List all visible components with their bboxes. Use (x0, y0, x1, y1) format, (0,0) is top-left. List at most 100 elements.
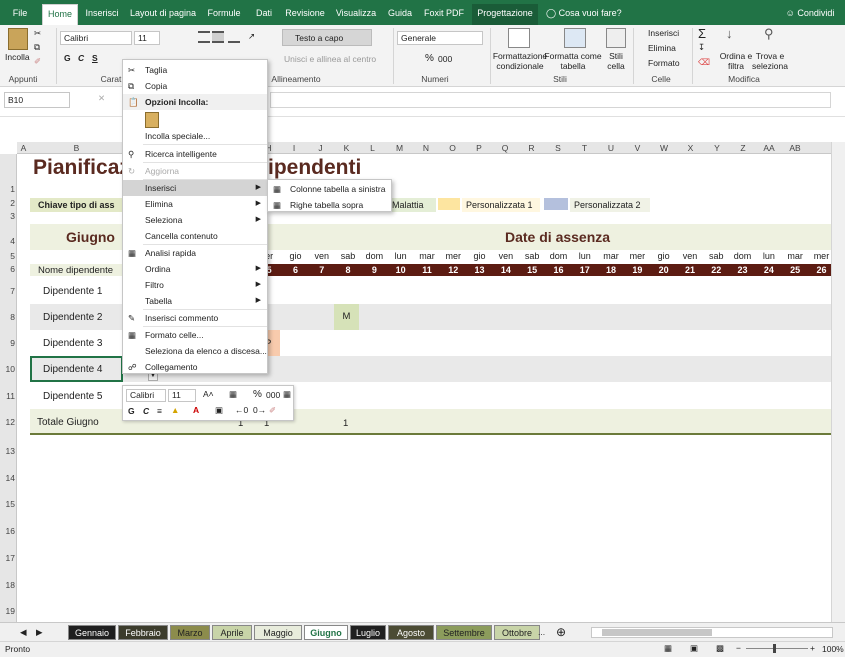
sheet-tab-maggio[interactable]: Maggio (254, 625, 302, 640)
row-header-1[interactable]: 1 (0, 184, 17, 194)
mini-number-format-icon[interactable]: ▦ (229, 389, 237, 400)
column-header-N[interactable]: N (413, 142, 439, 154)
mini-italic-button[interactable]: C (143, 406, 149, 416)
share-button[interactable]: ☺ Condividi (780, 4, 840, 25)
column-header-T[interactable]: T (571, 142, 598, 154)
row-header-7[interactable]: 7 (0, 286, 17, 296)
menu-paste-special[interactable]: Incolla speciale... (123, 128, 267, 144)
zoom-slider-handle[interactable] (773, 644, 776, 653)
tab-foxit[interactable]: Foxit PDF (422, 4, 466, 25)
horizontal-scroll-thumb[interactable] (602, 629, 712, 636)
font-name-dropdown[interactable]: Calibri (60, 31, 132, 45)
format-painter-icon[interactable]: ✐ (34, 56, 41, 67)
mini-format-painter-icon[interactable]: ✐ (269, 405, 276, 416)
underline-button[interactable]: S (92, 53, 98, 63)
name-box[interactable]: B10 (4, 92, 70, 108)
sheet-tab-giugno[interactable]: Giugno (304, 625, 348, 640)
column-header-V[interactable]: V (624, 142, 651, 154)
column-header-J[interactable]: J (307, 142, 334, 154)
menu-sort[interactable]: Ordina ▶ (123, 261, 267, 277)
menu-delete[interactable]: Elimina ▶ (123, 196, 267, 212)
menu-format-cells[interactable]: ▦ Formato celle... (123, 327, 267, 343)
page-layout-view-icon[interactable]: ▣ (690, 643, 698, 654)
formula-input[interactable] (270, 92, 831, 108)
tab-design[interactable]: Progettazione (472, 4, 538, 25)
row-header-4[interactable]: 4 (0, 236, 17, 246)
menu-clear[interactable]: Cancella contenuto (123, 228, 267, 244)
column-header-K[interactable]: K (334, 142, 359, 154)
sheet-tab-febbraio[interactable]: Febbraio (118, 625, 168, 640)
tab-file[interactable]: File (6, 4, 34, 25)
row-header-16[interactable]: 16 (0, 526, 17, 536)
sheet-tab-luglio[interactable]: Luglio (350, 625, 386, 640)
cancel-icon[interactable]: ✕ (98, 93, 105, 104)
tell-me-search[interactable]: ◯ Cosa vuoi fare? (546, 4, 646, 25)
paste-option-icon[interactable] (145, 112, 159, 128)
horizontal-scrollbar[interactable] (591, 627, 833, 638)
delete-cells-button[interactable]: Elimina (648, 43, 676, 53)
column-header-Y[interactable]: Y (704, 142, 730, 154)
sheet-tab-marzo[interactable]: Marzo (170, 625, 210, 640)
tab-page-layout[interactable]: Layout di pagina (128, 4, 198, 25)
fill-icon[interactable]: ↧ (698, 42, 705, 53)
row-header-5[interactable]: 5 (0, 251, 17, 261)
percent-button[interactable]: % (425, 53, 434, 64)
tab-prev-icon[interactable]: ◀ (20, 627, 27, 638)
paste-button[interactable]: Incolla (5, 52, 30, 62)
submenu-cols-left[interactable]: ▦ Colonne tabella a sinistra (268, 181, 391, 197)
font-size-dropdown[interactable]: 11 (134, 31, 160, 45)
align-bottom-icon[interactable] (228, 31, 240, 43)
menu-pick-list[interactable]: Seleziona da elenco a discesa... (123, 343, 267, 359)
number-format-dropdown[interactable]: Generale (397, 31, 483, 45)
mini-decimal-decrease-icon[interactable]: 0→ (253, 405, 266, 415)
align-middle-icon[interactable] (212, 31, 224, 43)
italic-button[interactable]: C (78, 53, 84, 63)
thousands-button[interactable]: 000 (438, 54, 452, 64)
row-header-3[interactable]: 3 (0, 211, 17, 221)
sheet-tab-gennaio[interactable]: Gennaio (68, 625, 116, 640)
tab-view[interactable]: Visualizza (334, 4, 378, 25)
column-header-B[interactable]: B (30, 142, 123, 154)
more-tabs-button[interactable]: ... (538, 627, 545, 637)
sheet-tab-settembre[interactable]: Settembre (436, 625, 492, 640)
clear-icon[interactable]: ⌫ (698, 57, 710, 68)
tab-next-icon[interactable]: ▶ (36, 627, 43, 638)
row-header-8[interactable]: 8 (0, 312, 17, 322)
mini-font-color-icon[interactable]: A (193, 405, 199, 415)
column-header-Z[interactable]: Z (730, 142, 756, 154)
column-header-O[interactable]: O (439, 142, 466, 154)
column-header-R[interactable]: R (518, 142, 545, 154)
add-sheet-icon[interactable]: ⊕ (556, 625, 566, 639)
menu-copy[interactable]: ⧉ Copia (123, 78, 267, 94)
column-header-X[interactable]: X (677, 142, 704, 154)
mini-borders-icon[interactable]: ▣ (215, 405, 223, 416)
page-break-view-icon[interactable]: ▩ (716, 643, 724, 654)
format-cells-button[interactable]: Formato (648, 58, 680, 68)
mini-grow-font-icon[interactable]: A˄ (203, 389, 214, 399)
tab-review[interactable]: Revisione (284, 4, 326, 25)
row-header-15[interactable]: 15 (0, 499, 17, 509)
tab-formulas[interactable]: Formule (204, 4, 244, 25)
align-top-icon[interactable] (198, 31, 210, 43)
column-header-I[interactable]: I (281, 142, 307, 154)
bold-button[interactable]: G (64, 53, 71, 63)
mini-decimal-icon[interactable]: ←0 (235, 405, 248, 415)
row-header-9[interactable]: 9 (0, 338, 17, 348)
normal-view-icon[interactable]: ▦ (664, 643, 672, 654)
menu-link[interactable]: ☍ Collegamento (123, 359, 267, 375)
menu-quick-analysis[interactable]: ▦ Analisi rapida (123, 245, 267, 261)
mini-table-icon[interactable]: ▦ (283, 389, 291, 400)
mini-align-icon[interactable]: ≡ (157, 406, 162, 416)
cell-styles-button[interactable]: Stili cella (602, 51, 630, 71)
cut-icon[interactable]: ✂ (34, 28, 41, 39)
row-header-12[interactable]: 12 (0, 417, 17, 427)
row-header-10[interactable]: 10 (0, 364, 17, 374)
sheet-tab-ottobre[interactable]: Ottobre (494, 625, 540, 640)
row-header-6[interactable]: 6 (0, 264, 17, 274)
column-header-AA[interactable]: AA (756, 142, 782, 154)
row-header-18[interactable]: 18 (0, 580, 17, 590)
zoom-in-icon[interactable]: + (810, 643, 815, 653)
cell-malattia-m[interactable]: M (334, 304, 359, 330)
column-header-W[interactable]: W (651, 142, 677, 154)
cond-format-button[interactable]: Formattazione condizionale (492, 51, 548, 71)
